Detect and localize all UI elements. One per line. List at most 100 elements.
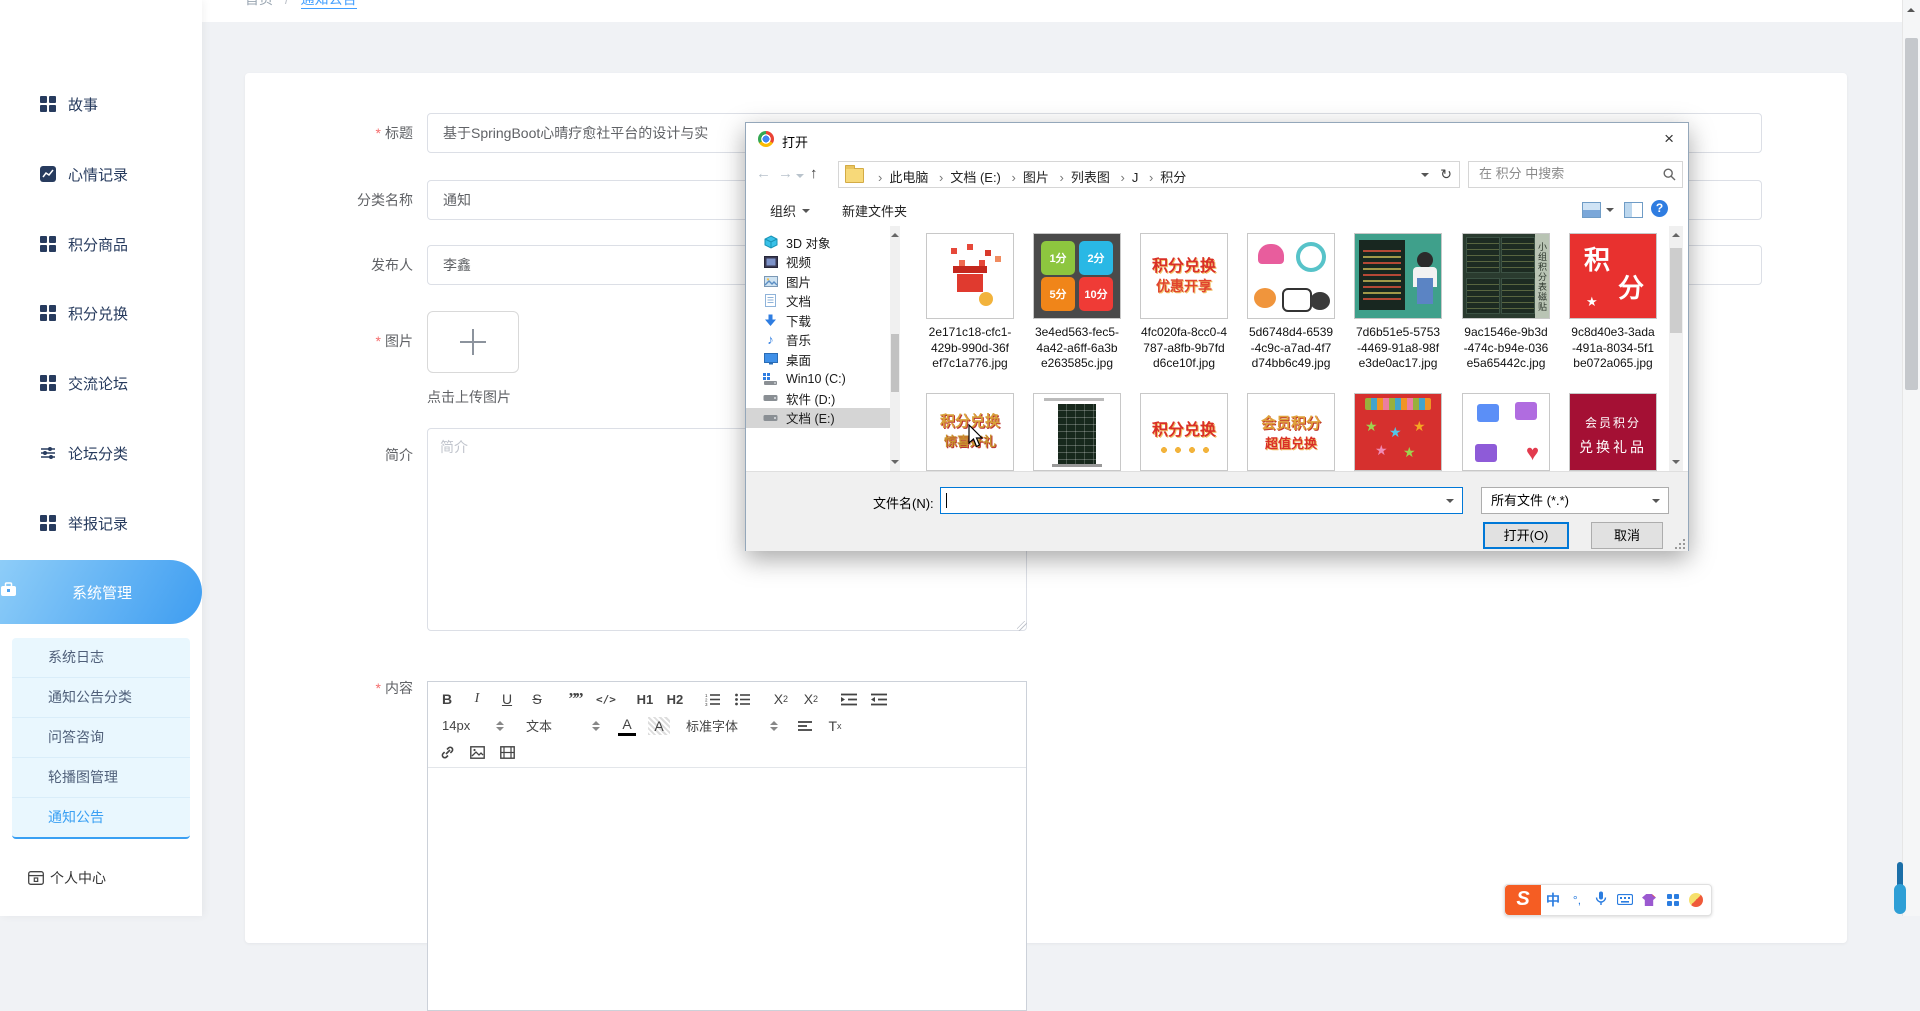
scroll-thumb[interactable] <box>891 334 899 392</box>
place-desktop[interactable]: 桌面 <box>746 349 890 369</box>
scroll-down-icon[interactable] <box>891 460 899 468</box>
sidebar-item-forum-category[interactable]: 论坛分类 <box>0 440 202 466</box>
address-dropdown-icon[interactable] <box>1421 173 1429 181</box>
preview-pane-icon[interactable] <box>1624 202 1643 218</box>
italic-button[interactable]: I <box>468 690 486 708</box>
organize-menu[interactable]: 组织 <box>770 201 810 220</box>
font-size-select[interactable]: 14px <box>438 716 508 736</box>
browser-scrollbar[interactable] <box>1902 0 1920 916</box>
places-scrollbar[interactable] <box>890 226 900 471</box>
font-family-select[interactable]: 标准字体 <box>682 716 782 736</box>
sogou-logo-icon[interactable]: S <box>1505 885 1541 915</box>
files-scrollbar[interactable] <box>1669 226 1683 471</box>
profile-center-link[interactable]: 个人中心 <box>28 868 106 888</box>
ime-mode-toggle[interactable]: 中 <box>1541 890 1565 910</box>
submenu-item-system-log[interactable]: 系统日志 <box>12 638 190 678</box>
toolbox-icon[interactable] <box>1667 894 1679 906</box>
scroll-thumb[interactable] <box>1905 38 1918 390</box>
filetype-select[interactable]: 所有文件 (*.*) <box>1481 487 1669 514</box>
highlight-color-button[interactable]: A <box>648 717 670 735</box>
blockquote-button[interactable]: ”” <box>566 690 584 708</box>
scroll-thumb[interactable] <box>1670 248 1682 333</box>
submenu-item-notice-category[interactable]: 通知公告分类 <box>12 678 190 718</box>
bullet-list-button[interactable] <box>734 690 752 708</box>
forward-icon[interactable]: → <box>778 165 793 182</box>
skin-icon[interactable] <box>1642 894 1656 906</box>
textarea-resize-grip[interactable] <box>1017 621 1027 631</box>
new-folder-button[interactable]: 新建文件夹 <box>842 201 907 220</box>
microphone-icon[interactable] <box>1589 891 1613 909</box>
place-3d-objects[interactable]: 3D 对象 <box>746 232 890 252</box>
image-button[interactable] <box>468 743 486 761</box>
submenu-item-carousel[interactable]: 轮播图管理 <box>12 758 190 798</box>
soft-keyboard-icon[interactable] <box>1613 892 1637 908</box>
scroll-up-icon[interactable] <box>1672 229 1680 237</box>
sidebar-item-forum[interactable]: 交流论坛 <box>0 370 202 396</box>
subscript-button[interactable]: X2 <box>772 690 790 708</box>
superscript-button[interactable]: X2 <box>802 690 820 708</box>
breadcrumb-current[interactable]: 通知公告 <box>301 0 357 9</box>
sidebar-item-system-management[interactable]: 系统管理 <box>0 560 202 624</box>
scroll-up-icon[interactable] <box>1907 4 1915 12</box>
dialog-resize-grip[interactable] <box>1675 538 1686 549</box>
search-box[interactable] <box>1468 161 1683 188</box>
view-mode-icon[interactable] <box>1582 202 1601 218</box>
punctuation-toggle[interactable]: °, <box>1565 893 1589 907</box>
scroll-up-icon[interactable] <box>891 229 899 237</box>
emoji-icon[interactable] <box>1689 893 1703 907</box>
submenu-item-qa[interactable]: 问答咨询 <box>12 718 190 758</box>
clear-format-button[interactable]: Tx <box>826 717 844 735</box>
help-icon[interactable]: ? <box>1651 200 1668 217</box>
place-pictures[interactable]: 图片 <box>746 271 890 291</box>
breadcrumb-home[interactable]: 首页 <box>245 0 273 7</box>
video-button[interactable] <box>498 743 516 761</box>
strikethrough-button[interactable]: S <box>528 690 546 708</box>
search-input[interactable] <box>1477 165 1651 182</box>
editor-content-area[interactable] <box>428 768 1026 998</box>
path-segment-pictures[interactable]: 图片 <box>1023 170 1049 185</box>
path-segment-this-pc[interactable]: 此电脑 <box>889 170 928 185</box>
heading1-button[interactable]: H1 <box>636 690 654 708</box>
view-mode-caret-icon[interactable] <box>1606 208 1614 216</box>
open-button[interactable]: 打开(O) <box>1483 522 1569 549</box>
back-icon[interactable]: ← <box>756 165 771 182</box>
close-icon[interactable]: × <box>1664 129 1674 149</box>
screen-pen-tool-icon[interactable] <box>1893 862 1907 916</box>
text-style-select[interactable]: 文本 <box>522 716 604 736</box>
sidebar-item-story[interactable]: 故事 <box>0 91 202 117</box>
submenu-item-notice[interactable]: 通知公告 <box>12 798 190 837</box>
image-upload-box[interactable] <box>427 311 519 373</box>
text-color-button[interactable]: A <box>618 715 636 736</box>
path-segment-j[interactable]: J <box>1132 170 1139 185</box>
bold-button[interactable]: B <box>438 690 456 708</box>
outdent-button[interactable] <box>840 690 858 708</box>
place-drive-c[interactable]: Win10 (C:) <box>746 369 890 389</box>
heading2-button[interactable]: H2 <box>666 690 684 708</box>
sidebar-item-mood-record[interactable]: 心情记录 <box>0 161 202 187</box>
address-bar[interactable]: ›此电脑 ›文档 (E:) ›图片 ›列表图 ›J ›积分 ↻ <box>838 161 1460 188</box>
place-music[interactable]: ♪ 音乐 <box>746 330 890 350</box>
place-downloads[interactable]: 下载 <box>746 310 890 330</box>
cancel-button[interactable]: 取消 <box>1591 522 1663 549</box>
place-drive-e[interactable]: 文档 (E:) <box>746 408 890 428</box>
indent-button[interactable] <box>870 690 888 708</box>
place-documents[interactable]: 文档 <box>746 291 890 311</box>
sidebar-item-points-exchange[interactable]: 积分兑换 <box>0 300 202 326</box>
filename-dropdown-icon[interactable] <box>1446 499 1454 507</box>
code-button[interactable]: </> <box>596 690 616 708</box>
scroll-down-icon[interactable] <box>1672 460 1680 468</box>
ordered-list-button[interactable]: 123 <box>704 690 722 708</box>
sidebar-item-report-record[interactable]: 举报记录 <box>0 510 202 536</box>
link-button[interactable] <box>438 743 456 761</box>
path-segment-drive-e[interactable]: 文档 (E:) <box>950 170 1001 185</box>
align-button[interactable] <box>796 717 814 735</box>
path-segment-list[interactable]: 列表图 <box>1071 170 1110 185</box>
history-dropdown-icon[interactable] <box>796 174 804 182</box>
place-drive-d[interactable]: 软件 (D:) <box>746 388 890 408</box>
refresh-icon[interactable]: ↻ <box>1440 166 1452 183</box>
filename-input[interactable] <box>940 487 1463 514</box>
sidebar-item-points-goods[interactable]: 积分商品 <box>0 231 202 257</box>
dialog-titlebar[interactable]: 打开 × <box>746 123 1688 156</box>
path-segment-points[interactable]: 积分 <box>1160 170 1186 185</box>
up-icon[interactable]: ↑ <box>810 165 818 182</box>
